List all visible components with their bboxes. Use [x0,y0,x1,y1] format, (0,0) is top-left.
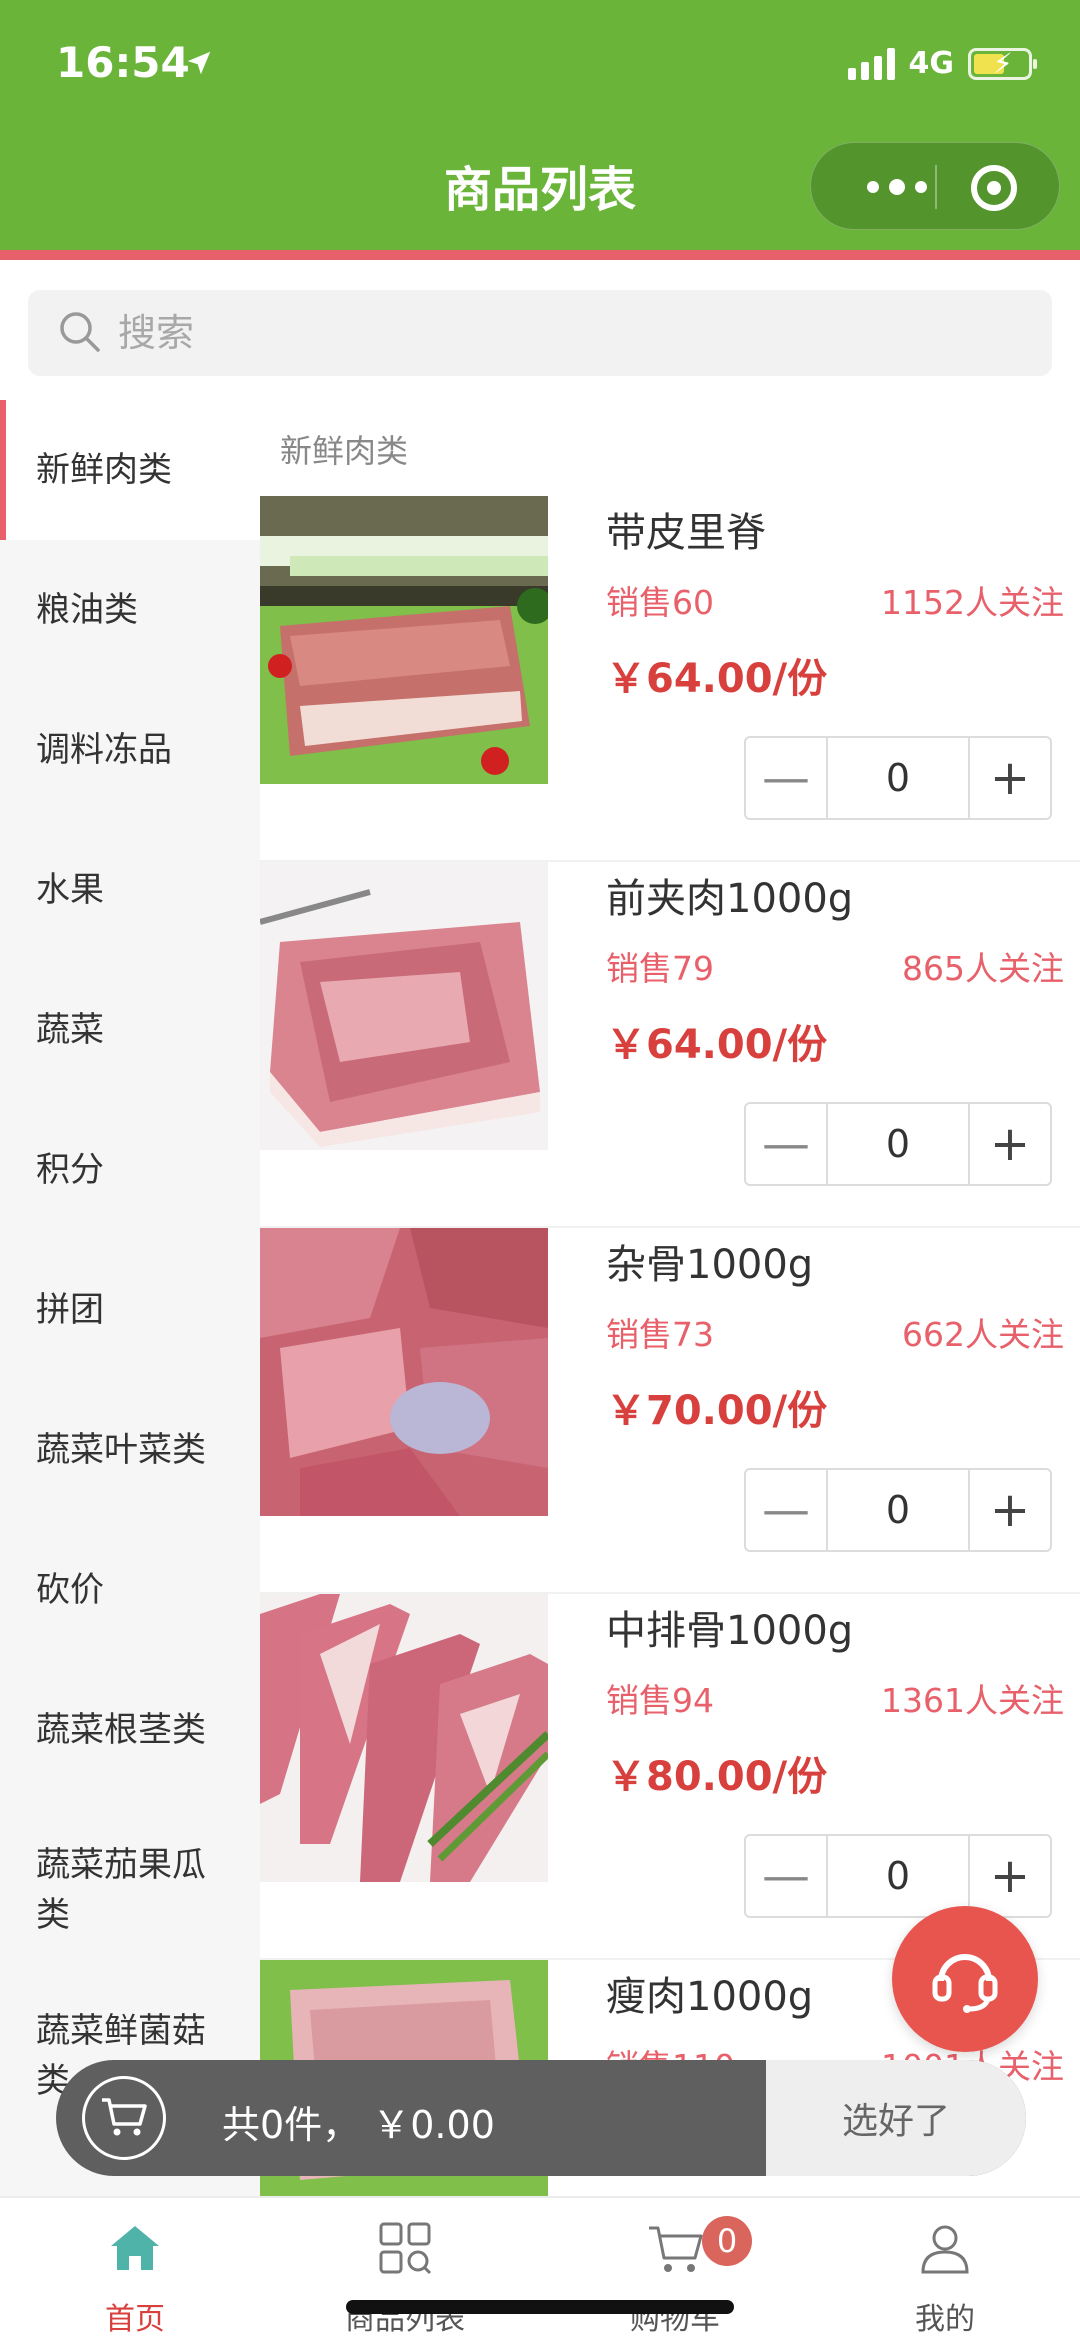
product-sales: 销售94 [606,1681,714,1720]
category-sidebar: 新鲜肉类 粮油类 调料冻品 水果 蔬菜 积分 拼团 蔬菜叶菜类 砍价 蔬菜根茎类… [0,400,260,2200]
quantity-value[interactable]: 0 [828,738,968,818]
signal-icon [847,47,895,80]
cart-count-badge: 0 [702,2216,752,2266]
product-name: 中排骨1000g [606,1608,854,1654]
header-divider [0,250,1080,260]
product-sales: 销售79 [606,949,714,988]
product-price: ￥70.00/份 [606,1388,828,1434]
product-name: 杂骨1000g [606,1242,814,1288]
product-image[interactable] [260,1228,548,1516]
quantity-stepper: — 0 + [744,1468,1052,1552]
product-price: ￥80.00/份 [606,1754,828,1800]
grid-icon [379,2222,432,2275]
quantity-stepper: — 0 + [744,1102,1052,1186]
cart-icon [649,2226,703,2272]
location-arrow-icon [187,51,211,75]
product-image[interactable] [260,496,548,784]
tab-cart[interactable]: 0 购物车 [540,2198,810,2339]
checkout-button[interactable]: 选好了 [766,2060,1026,2176]
quantity-stepper: — 0 + [744,736,1052,820]
tab-product-list[interactable]: 商品列表 [270,2198,540,2339]
tab-home[interactable]: 首页 [0,2198,270,2339]
product-card[interactable]: 带皮里脊 销售60 1152人关注 ￥64.00/份 — 0 + [260,496,1080,862]
home-indicator [346,2300,734,2314]
cart-bar: 共0件， ￥0.00 选好了 [56,2060,1026,2176]
category-item-fruit-vegetables[interactable]: 蔬菜茄果瓜类 [0,1800,260,1980]
quantity-value[interactable]: 0 [828,1470,968,1550]
increase-button[interactable]: + [968,1836,1050,1916]
category-item-fruit[interactable]: 水果 [0,820,260,960]
category-item-leafy-vegetables[interactable]: 蔬菜叶菜类 [0,1380,260,1520]
product-card[interactable]: 杂骨1000g 销售73 662人关注 ￥70.00/份 — 0 + [260,1228,1080,1594]
status-time: 16:54 [56,38,190,87]
battery-icon: ⚡ [968,47,1037,80]
category-item-group-buy[interactable]: 拼团 [0,1240,260,1380]
miniprogram-capsule [810,142,1060,230]
product-sales: 销售60 [606,583,714,622]
decrease-button[interactable]: — [746,1104,828,1184]
category-item-vegetables[interactable]: 蔬菜 [0,960,260,1100]
product-card[interactable]: 中排骨1000g 销售94 1361人关注 ￥80.00/份 — 0 + [260,1594,1080,1960]
product-sales: 销售73 [606,1315,714,1354]
cart-button[interactable] [82,2076,166,2160]
network-type: 4G [908,46,955,81]
product-price: ￥64.00/份 [606,1022,828,1068]
more-dots-icon[interactable] [847,163,947,211]
search-icon [60,312,100,352]
product-followers: 865人关注 [902,949,1064,988]
product-image[interactable] [260,1594,548,1882]
section-title: 新鲜肉类 [280,432,409,470]
category-item-fresh-meat[interactable]: 新鲜肉类 [0,400,260,540]
increase-button[interactable]: + [968,738,1050,818]
quantity-stepper: — 0 + [744,1834,1052,1918]
product-name: 带皮里脊 [606,510,766,556]
increase-button[interactable]: + [968,1104,1050,1184]
search-input[interactable] [118,304,1018,362]
tab-label: 我的 [915,2302,975,2337]
tab-profile[interactable]: 我的 [810,2198,1080,2339]
decrease-button[interactable]: — [746,1470,828,1550]
product-followers: 1361人关注 [881,1681,1064,1720]
category-item-seasoning-frozen[interactable]: 调料冻品 [0,680,260,820]
product-card[interactable]: 前夹肉1000g 销售79 865人关注 ￥64.00/份 — 0 + [260,862,1080,1228]
headset-icon [932,1954,998,2013]
tab-label: 首页 [105,2302,165,2337]
product-name: 前夹肉1000g [606,876,854,922]
customer-service-button[interactable] [892,1906,1038,2052]
quantity-value[interactable]: 0 [828,1104,968,1184]
product-price: ￥64.00/份 [606,656,828,702]
category-item-grain-oil[interactable]: 粮油类 [0,540,260,680]
product-followers: 662人关注 [902,1315,1064,1354]
category-item-bargain[interactable]: 砍价 [0,1520,260,1660]
user-icon [921,2225,969,2274]
close-target-icon[interactable] [971,165,1017,211]
decrease-button[interactable]: — [746,738,828,818]
product-name: 瘦肉1000g [606,1974,814,2020]
home-icon [111,2226,159,2270]
cart-icon [102,2098,147,2136]
quantity-value[interactable]: 0 [828,1836,968,1916]
cart-summary: 共0件， ￥0.00 [222,2103,495,2147]
product-followers: 1152人关注 [881,583,1064,622]
app-header: 16:54 4G ⚡ 商品列表 [0,0,1080,250]
increase-button[interactable]: + [968,1470,1050,1550]
decrease-button[interactable]: — [746,1836,828,1916]
tab-bar: 首页 商品列表 0 购物车 我的 [0,2196,1080,2339]
product-image[interactable] [260,862,548,1150]
status-indicators: 4G ⚡ [847,46,1037,81]
category-item-root-vegetables[interactable]: 蔬菜根茎类 [0,1660,260,1800]
category-item-points[interactable]: 积分 [0,1100,260,1240]
search-bar[interactable] [28,290,1052,376]
